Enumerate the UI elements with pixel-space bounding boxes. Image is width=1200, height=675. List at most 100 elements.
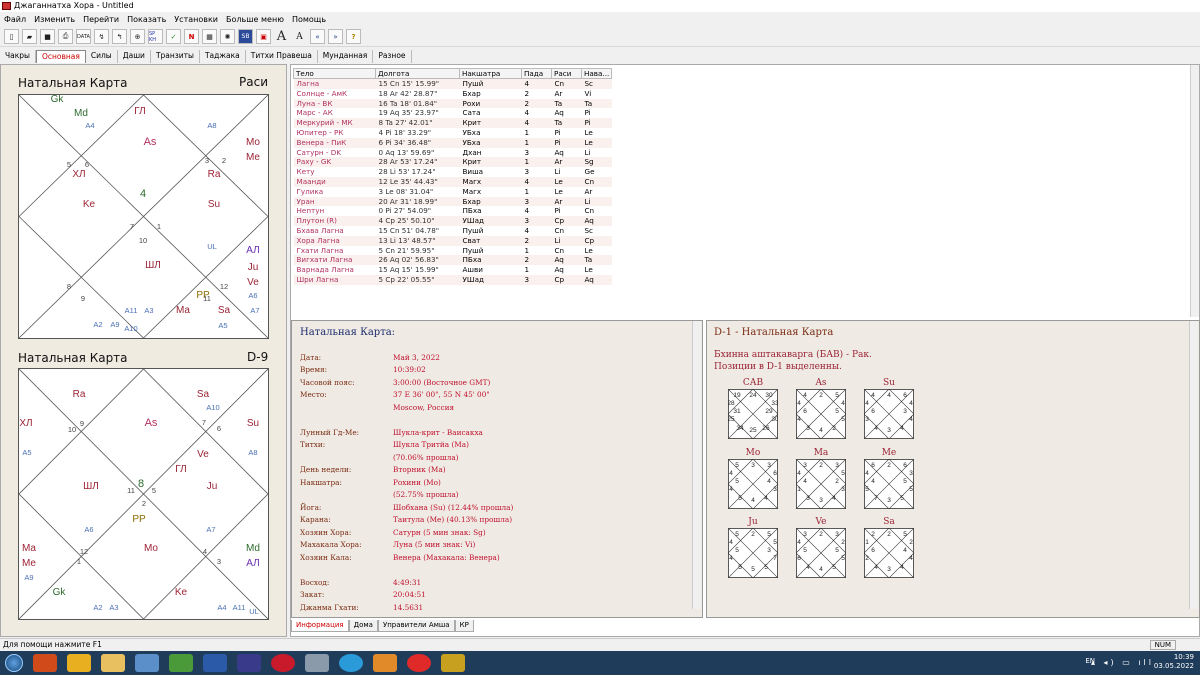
help-button[interactable]: ?	[346, 29, 361, 44]
table-row[interactable]: Сатурн - DK 0 Aq 13' 59.69" Дхан 3 Aq Li	[294, 148, 612, 158]
font-large-button[interactable]: A	[274, 29, 289, 44]
bav-chart[interactable]: Sa 2 2 1 6 2 4 3 4 4 4 2 5	[863, 517, 915, 580]
word-icon[interactable]	[203, 654, 227, 672]
table-row[interactable]: Кету 28 Li 53' 17.24" Виша 3 Li Ge	[294, 167, 612, 177]
table-row[interactable]: Марс - АК 19 Aq 35' 23.97" Сата 4 Aq Pi	[294, 108, 612, 118]
start-button[interactable]	[0, 652, 28, 674]
table-row[interactable]: Раху - GK 28 Ar 53' 17.24" Крит 1 Ar Sg	[293, 157, 612, 168]
power-icon[interactable]	[33, 654, 57, 672]
table-row[interactable]: Маанди 12 Le 35' 44.43" Магх 4 Le Cn	[293, 176, 612, 187]
tab-transits[interactable]: Транзиты	[151, 50, 200, 63]
table-row[interactable]: Луна - ВК 16 Ta 18' 01.84" Рохи 2 Ta Ta	[293, 98, 612, 109]
table-row[interactable]: Юпитер - РК 4 Pi 18' 33.29" УБха 1 Pi Le	[294, 128, 612, 138]
table-row[interactable]: Варнада Лагна 15 Aq 15' 15.99" Ашви 1 Aq Le	[294, 265, 612, 275]
folder-icon[interactable]	[101, 654, 125, 672]
menu-settings[interactable]: Установки	[174, 13, 218, 26]
table-row[interactable]: Хора Лагна 13 Li 13' 48.57" Сват 2 Li Cp	[293, 235, 612, 246]
rasi-chart[interactable]: Gk Md A4 ГЛ A8 Mo Me As ХЛ Ra Ke Su UL АЛ Ju Ve A6 ШЛ PP Sa…	[18, 94, 269, 339]
navamsa-chart[interactable]: Ra Sa A10 ХЛ As Su A5 Ve A8 ГЛ ШЛ Ju PP A6 A7 Ma Me A9 Mo M…	[18, 368, 269, 620]
bav-chart[interactable]: САВ 24 19 28 31 25 34 25 26 30 29 33 30	[727, 378, 779, 441]
tab-misc[interactable]: Разное	[373, 50, 412, 63]
table-row[interactable]: Плутон (R) 4 Cp 25' 50.10" УШад 3 Cp Aq	[293, 216, 612, 226]
bav-chart[interactable]: Me 2 6 4 4 5 7 3 5 5 5 3 6	[863, 448, 915, 511]
tab-kp[interactable]: КР	[454, 620, 474, 632]
menu-goto[interactable]: Перейти	[83, 13, 119, 26]
bav-chart[interactable]: Su 4 4 4 6 3 4 3 4 4 3 4 6	[863, 378, 915, 441]
opera-icon[interactable]	[271, 654, 295, 672]
bav-chart[interactable]: Ju 2 5 4 5 4 5 5 5 7 3 5 5	[727, 517, 779, 580]
table-row[interactable]: Уран 20 Ar 31' 18.99" Бхар 3 Ar Li	[293, 196, 612, 207]
clock[interactable]: 10:39 03.05.2022	[1154, 653, 1194, 671]
open-icon[interactable]: ▰	[22, 29, 37, 44]
table-row[interactable]: Лагна 15 Cn 15' 15.99" Пушй 4 Cn Sc	[293, 78, 612, 89]
warning-icon[interactable]	[67, 654, 91, 672]
yandex-icon[interactable]	[407, 654, 431, 672]
sb-button[interactable]: SB	[238, 29, 253, 44]
bav-value: 2	[887, 462, 891, 469]
back-icon[interactable]: ↰	[112, 29, 127, 44]
font-small-button[interactable]: A	[292, 29, 307, 44]
bav-scrollbar[interactable]	[1189, 321, 1198, 609]
media-player-icon[interactable]	[373, 654, 397, 672]
table-row[interactable]: Гхати Лагна 5 Cn 21' 59.95" Пушй 1 Cn Le	[294, 246, 612, 256]
grid-icon[interactable]: ▦	[202, 29, 217, 44]
utorrent-icon[interactable]	[169, 654, 193, 672]
table-cell: Меркурий - МК	[293, 118, 376, 128]
transit-icon[interactable]: ↯	[94, 29, 109, 44]
next-icon[interactable]: »	[328, 29, 343, 44]
tab-houses[interactable]: Дома	[348, 620, 378, 632]
data-button[interactable]: DATA	[76, 29, 91, 44]
bav-chart[interactable]: Ve 2 3 4 5 6 4 4 5 5 5 2 3	[795, 517, 847, 580]
app-icon-x[interactable]	[237, 654, 261, 672]
bav-chart[interactable]: Ma 2 3 4 4 1 3 3 4 3 2 5 3	[795, 448, 847, 511]
control-panel-icon[interactable]	[135, 654, 159, 672]
menu-help[interactable]: Помощь	[292, 13, 326, 26]
tab-amsha-lords[interactable]: Управители Амша	[377, 620, 455, 632]
planets-header-4[interactable]: Раси	[551, 68, 582, 79]
table-row[interactable]: Гулика 3 Le 08' 31.04" Магх 1 Le Ar	[294, 187, 612, 197]
menu-file[interactable]: Файл	[4, 13, 26, 26]
planets-header-1[interactable]: Долгота	[375, 68, 460, 79]
tab-main[interactable]: Основная	[35, 50, 86, 63]
telegram-icon[interactable]	[339, 654, 363, 672]
table-row[interactable]: Бхава Лагна 15 Cn 51' 04.78" Пушй 4 Cn Sc	[294, 226, 612, 236]
tab-chakras[interactable]: Чакры	[0, 50, 36, 63]
planets-header-0[interactable]: Тело	[293, 68, 376, 79]
sp-kh-button[interactable]: SP KH	[148, 29, 163, 44]
tab-dashas[interactable]: Даши	[118, 50, 151, 63]
menu-edit[interactable]: Изменить	[34, 13, 75, 26]
table-row[interactable]: Вигхати Лагна 26 Aq 02' 56.83" ПБха 2 Aq Ta	[293, 255, 612, 266]
planets-scrollbar[interactable]	[1190, 65, 1199, 317]
tab-info[interactable]: Информация	[291, 620, 349, 632]
new-icon[interactable]: ▯	[4, 29, 19, 44]
chart-frame-icon[interactable]: ▣	[256, 29, 271, 44]
globe-icon[interactable]: ⊕	[130, 29, 145, 44]
menu-more[interactable]: Больше меню	[226, 13, 284, 26]
sun-icon[interactable]: ✺	[220, 29, 235, 44]
table-row[interactable]: Венера - ПиК 6 Pi 34' 36.48" УБха 1 Pi Le	[293, 137, 612, 148]
save-icon[interactable]: ■	[40, 29, 55, 44]
bav-value: 3	[841, 486, 845, 493]
tab-tithi-pravesha[interactable]: Титхи Правеша	[246, 50, 318, 63]
table-row[interactable]: Меркурий - МК 8 Ta 27' 42.01" Крит 4 Ta Pi	[293, 118, 612, 128]
jhora-icon[interactable]	[441, 654, 465, 672]
yoga-icon[interactable]: ✓	[166, 29, 181, 44]
bav-chart[interactable]: Mo 3 5 4 5 4 5 4 4 3 4 6 3	[727, 448, 779, 511]
menu-view[interactable]: Показать	[127, 13, 166, 26]
planets-header-3[interactable]: Пада	[521, 68, 552, 79]
info-scrollbar[interactable]	[692, 321, 701, 609]
tab-strengths[interactable]: Силы	[86, 50, 118, 63]
planets-header-2[interactable]: Накшатра	[459, 68, 522, 79]
table-row[interactable]: Солнце - АмК 18 Ar 42' 28.87" Бхар 2 Ar Vi	[294, 89, 612, 99]
prev-icon[interactable]: «	[310, 29, 325, 44]
tab-mundane[interactable]: Мунданная	[318, 50, 374, 63]
n-button[interactable]: N	[184, 29, 199, 44]
bav-chart[interactable]: As 2 4 4 6 4 3 4 2 5 5 4 5	[795, 378, 847, 441]
table-row[interactable]: Шри Лагна 5 Cp 22' 05.55" УШад 3 Cp Aq	[293, 274, 612, 285]
print-icon[interactable]: ⎙	[58, 29, 73, 44]
tray-icons[interactable]: ▴ ◂) ▭ ıll	[1091, 658, 1154, 667]
calculator-icon[interactable]	[305, 654, 329, 672]
tab-tajaka[interactable]: Таджака	[200, 50, 246, 63]
table-row[interactable]: Нептун 0 Pi 27' 54.09" ПБха 4 Pi Cn	[294, 206, 612, 216]
planets-header-5[interactable]: Нава...	[580, 68, 613, 79]
